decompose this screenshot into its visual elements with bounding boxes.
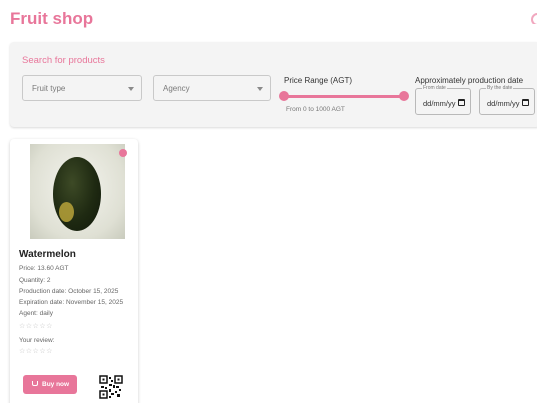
price-range-text: From 0 to 1000 AGT	[286, 106, 345, 113]
cart-icon	[32, 381, 38, 386]
from-date-legend: From date	[422, 85, 447, 92]
agency-select[interactable]: Agency	[153, 75, 271, 101]
favorite-indicator[interactable]	[119, 149, 127, 157]
product-name: Watermelon	[19, 249, 76, 260]
product-price: Price: 13.60 AGT	[19, 265, 69, 272]
watermelon-image	[53, 157, 101, 231]
calendar-icon[interactable]	[458, 99, 465, 106]
fruit-type-select[interactable]: Fruit type	[22, 75, 142, 101]
rating-stars: ☆☆☆☆☆	[19, 323, 53, 330]
from-date-value: dd/mm/yy	[423, 99, 456, 108]
buy-now-label: Buy now	[42, 381, 70, 388]
product-agent: Agent: daily	[19, 310, 53, 317]
from-date-input[interactable]: From date dd/mm/yy	[415, 85, 471, 115]
price-range-label: Price Range (AGT)	[284, 76, 353, 85]
to-date-legend: By the date	[486, 85, 514, 92]
to-date-value: dd/mm/yy	[487, 99, 520, 108]
chevron-down-icon	[257, 87, 263, 91]
your-review-label: Your review:	[19, 337, 55, 344]
calendar-icon[interactable]	[522, 99, 529, 106]
expiration-date: Expiration date: November 15, 2025	[19, 299, 124, 306]
app-title: Fruit shop	[10, 9, 94, 28]
buy-now-button[interactable]: Buy now	[23, 375, 77, 394]
price-min-handle[interactable]	[279, 91, 289, 101]
product-image	[30, 144, 125, 239]
account-icon[interactable]	[531, 13, 537, 24]
product-card: Watermelon Price: 13.60 AGT Quantity: 2 …	[10, 139, 138, 403]
watermelon-field-spot	[59, 202, 74, 222]
product-quantity: Quantity: 2	[19, 277, 51, 284]
price-range-slider[interactable]	[284, 95, 404, 98]
review-stars[interactable]: ☆☆☆☆☆	[19, 348, 53, 356]
filter-panel-title: Search for products	[22, 55, 105, 66]
to-date-input[interactable]: By the date dd/mm/yy	[479, 85, 535, 115]
fruit-type-placeholder: Fruit type	[32, 84, 66, 93]
production-date: Production date: October 15, 2025	[19, 288, 119, 295]
search-filter-panel: Search for products Fruit type Agency Pr…	[10, 42, 537, 127]
qr-code-icon[interactable]	[99, 375, 123, 399]
price-max-handle[interactable]	[399, 91, 409, 101]
chevron-down-icon	[128, 87, 134, 91]
production-date-label: Approximately production date	[415, 76, 524, 85]
agency-placeholder: Agency	[163, 84, 190, 93]
